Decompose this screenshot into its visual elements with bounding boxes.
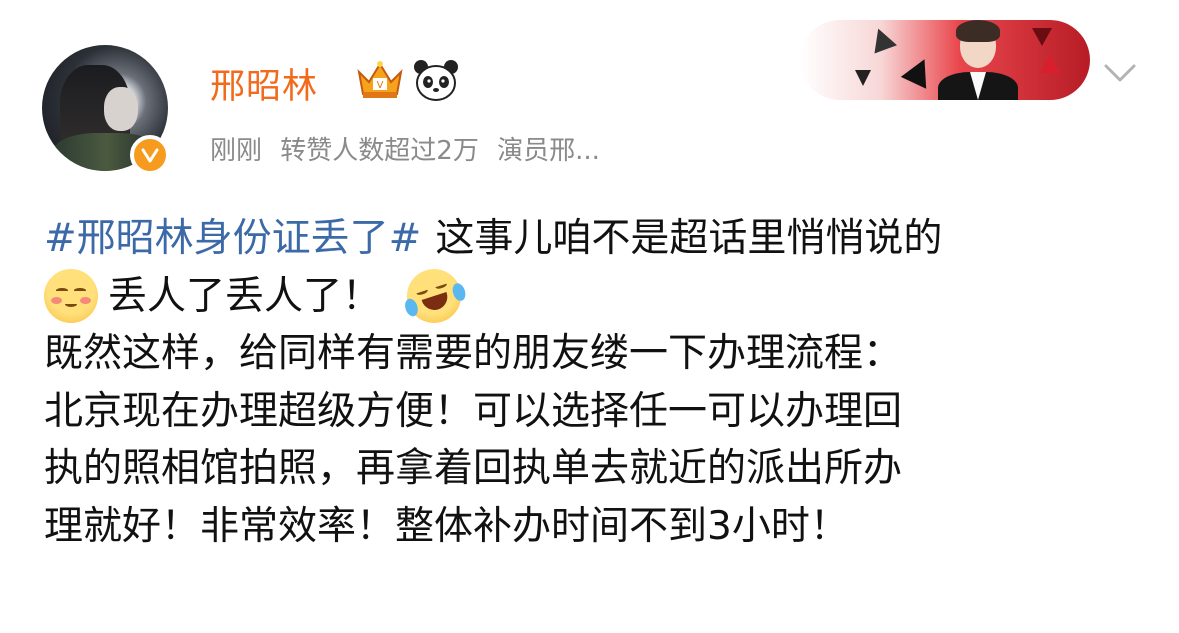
svg-text:V: V	[377, 80, 384, 91]
post-meta: 刚刚 转赞人数超过2万 演员邢...	[210, 130, 610, 167]
checkmark-icon	[141, 148, 159, 163]
avatar-face	[104, 87, 138, 131]
repost-like-stat: 转赞人数超过2万	[280, 136, 479, 166]
content-line: 既然这样，给同样有需要的朋友缕一下办理流程：	[44, 331, 903, 377]
banner-shape	[1032, 28, 1052, 46]
crown-icon: V	[357, 61, 403, 98]
verified-icon	[130, 135, 170, 175]
post-content: #邢昭林身份证丢了# 这事儿咱不是超话里悄悄说的 丢人了丢人了！ 既然这样，给同…	[44, 210, 1154, 556]
emoji-mouth	[65, 301, 77, 308]
username[interactable]: 邢昭林	[210, 58, 318, 109]
banner-person	[928, 20, 1028, 100]
profile-banner-image[interactable]	[800, 20, 1090, 100]
banner-shape	[866, 24, 898, 54]
emoji-tear	[450, 282, 468, 303]
post-source[interactable]: 演员邢...	[497, 136, 600, 166]
content-line: 执的照相馆拍照，再拿着回执单去就近的派出所办	[44, 446, 903, 492]
content-line: 丢人了丢人了！	[44, 262, 1154, 331]
emoji-eye	[434, 280, 448, 291]
content-line: 北京现在办理超级方便！可以选择任一可以办理回	[44, 388, 903, 434]
emoji-mouth	[421, 292, 451, 314]
post-header: 邢昭林 V 刚刚 转赞人数超过2万 演员邢...	[0, 0, 1179, 190]
emoji-eye	[56, 288, 68, 293]
banner-shape	[1040, 55, 1060, 73]
post-time: 刚刚	[210, 136, 263, 166]
topic-hashtag-link[interactable]: #邢昭林身份证丢了#	[44, 210, 421, 268]
emoji-eye	[415, 287, 429, 297]
blush-emoji-icon	[44, 269, 98, 324]
content-text: 丢人了丢人了！	[108, 273, 382, 319]
banner-shape	[855, 70, 871, 86]
banner-person-hair	[956, 20, 1000, 42]
emoji-cheek	[51, 297, 62, 305]
emoji-cheek	[80, 297, 91, 305]
content-line: 理就好！非常效率！整体补办时间不到3小时！	[44, 503, 849, 549]
laugh-cry-emoji-icon	[399, 262, 469, 331]
emoji-tear	[402, 297, 420, 319]
panda-icon	[414, 60, 458, 101]
content-text: 这事儿咱不是超话里悄悄说的	[435, 216, 943, 261]
emoji-eye	[74, 288, 86, 293]
content-line: #邢昭林身份证丢了# 这事儿咱不是超话里悄悄说的	[44, 210, 1154, 268]
chevron-down-icon[interactable]	[1100, 58, 1140, 88]
